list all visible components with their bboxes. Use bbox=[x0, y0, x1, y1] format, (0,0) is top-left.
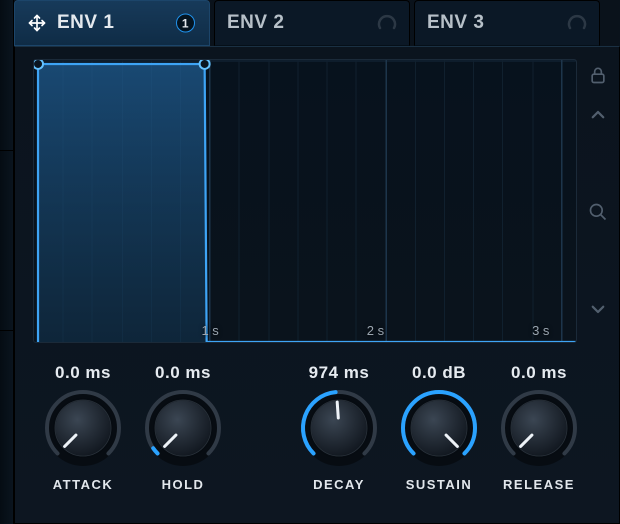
release-label: RELEASE bbox=[503, 477, 575, 492]
release-knob[interactable] bbox=[500, 389, 578, 467]
decay-cell: 974 ms DECAY bbox=[289, 363, 389, 492]
tab-env-2[interactable]: ENV 2 bbox=[214, 0, 410, 46]
envelope-panel: ENV 1 1 ENV 2 ENV 3 bbox=[0, 0, 620, 524]
chevron-down-icon[interactable] bbox=[584, 295, 612, 323]
attack-label: ATTACK bbox=[53, 477, 114, 492]
attack-knob[interactable] bbox=[44, 389, 122, 467]
attack-value: 0.0 ms bbox=[55, 363, 111, 383]
sustain-value: 0.0 dB bbox=[412, 363, 466, 383]
tab-label: ENV 1 bbox=[57, 12, 114, 34]
tab-env-3[interactable]: ENV 3 bbox=[414, 0, 600, 46]
envelope-graph[interactable]: 1 s 2 s 3 s bbox=[33, 59, 577, 343]
modulation-ring-icon[interactable] bbox=[565, 11, 589, 35]
hold-cell: 0.0 ms HOLD bbox=[133, 363, 233, 492]
sustain-knob[interactable] bbox=[400, 389, 478, 467]
hold-knob[interactable] bbox=[144, 389, 222, 467]
release-cell: 0.0 ms RELEASE bbox=[489, 363, 589, 492]
search-icon[interactable] bbox=[584, 198, 612, 226]
sustain-label: SUSTAIN bbox=[406, 477, 473, 492]
left-rail bbox=[0, 0, 14, 524]
chevron-up-icon[interactable] bbox=[584, 101, 612, 129]
env-tabs: ENV 1 1 ENV 2 ENV 3 bbox=[14, 0, 620, 46]
tab-env-1[interactable]: ENV 1 1 bbox=[14, 0, 210, 46]
tab-label: ENV 3 bbox=[427, 12, 484, 34]
tab-label: ENV 2 bbox=[227, 12, 284, 34]
attack-cell: 0.0 ms ATTACK bbox=[33, 363, 133, 492]
lock-icon[interactable] bbox=[584, 61, 612, 89]
sustain-cell: 0.0 dB SUSTAIN bbox=[389, 363, 489, 492]
release-value: 0.0 ms bbox=[511, 363, 567, 383]
decay-value: 974 ms bbox=[309, 363, 370, 383]
hold-value: 0.0 ms bbox=[155, 363, 211, 383]
envelope-body: 1 s 2 s 3 s 0.0 ms bbox=[14, 46, 620, 524]
modulation-ring-icon[interactable] bbox=[375, 11, 399, 35]
modulation-count-badge[interactable]: 1 bbox=[176, 14, 195, 33]
knob-row: 0.0 ms ATTACK 0.0 ms bbox=[33, 363, 601, 511]
hold-label: HOLD bbox=[162, 477, 205, 492]
graph-side-controls bbox=[581, 61, 615, 323]
move-icon[interactable] bbox=[27, 13, 47, 33]
decay-knob[interactable] bbox=[300, 389, 378, 467]
decay-label: DECAY bbox=[313, 477, 365, 492]
